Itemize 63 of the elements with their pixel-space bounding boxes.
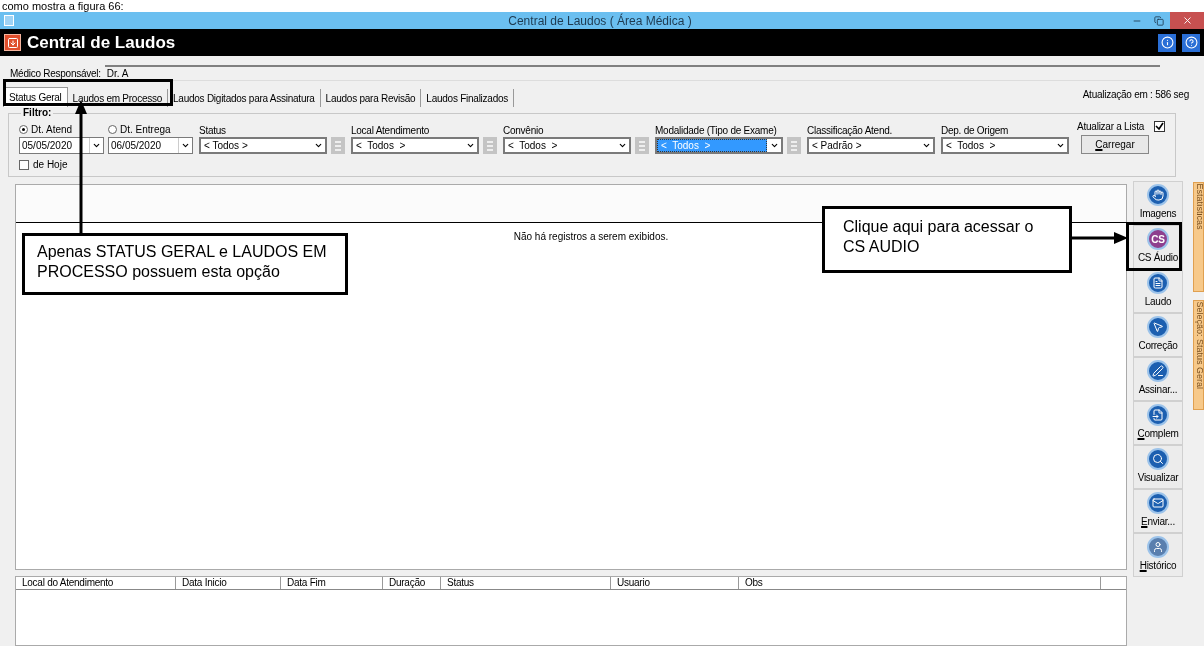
doctor-field[interactable]: Dr. A [104, 65, 1160, 81]
date-field[interactable]: 06/05/2020 [108, 137, 193, 154]
column-header[interactable]: Local do Atendimento [16, 577, 176, 589]
toolbar-button[interactable]: Assinar... [1133, 357, 1183, 401]
select-field[interactable]: < Padrão > [807, 137, 935, 154]
select-label: Local Atendimento [351, 124, 431, 135]
radio-label: Dt. Entrega [120, 122, 171, 137]
column-header[interactable]: Status [441, 577, 611, 589]
today-label: de Hoje [33, 158, 68, 172]
select-field[interactable]: < Todos > [199, 137, 327, 154]
column-header[interactable]: Data Inicio [176, 577, 281, 589]
app-title: Central de Laudos [27, 31, 176, 54]
select-label: Status [199, 124, 227, 135]
hand-icon [1147, 184, 1169, 206]
side-tab[interactable]: Estatísticas [1193, 182, 1204, 292]
document-icon [1147, 272, 1169, 294]
help-icon[interactable] [1182, 33, 1200, 52]
select-label: Modalidade (Tipo de Exame) [655, 124, 778, 135]
doctor-label: Médico Responsável: [10, 66, 101, 81]
refresh-info: Atualização em : 586 seg [1082, 88, 1189, 102]
callout-text: Apenas STATUS GERAL e LAUDOS EM PROCESSO possuem esta opção [37, 243, 327, 280]
radio-button[interactable] [108, 124, 117, 134]
person-icon [1147, 536, 1169, 558]
radio-label: Dt. Atend [31, 122, 73, 137]
toolbar-button[interactable]: Laudo [1133, 269, 1183, 313]
empty-message: Não há registros a serem exibidos. [513, 230, 669, 244]
toolbar-button[interactable]: Visualizar [1133, 445, 1183, 489]
window-title: Central de Laudos ( Área Médica ) [507, 12, 693, 30]
close-icon [1181, 15, 1193, 26]
select-label: Convênio [503, 124, 545, 135]
toolbar-button[interactable]: Complem [1133, 401, 1183, 445]
callout-text: Clique aqui para acessar o CS AUDIO [843, 218, 1034, 255]
date-field[interactable]: 05/05/2020 [19, 137, 104, 154]
side-tab[interactable]: Seleção: Status Geral [1193, 300, 1204, 410]
filter-title: Filtro: [22, 107, 53, 119]
toolbar-button[interactable]: CS CS Áudio [1133, 225, 1183, 269]
select-label: Classificação Atend. [807, 124, 894, 135]
pointer-icon [1147, 316, 1169, 338]
magnifier-icon [1147, 448, 1169, 470]
toolbar-button[interactable]: Imagens [1133, 181, 1183, 225]
select-field[interactable]: < Todos > [503, 137, 631, 154]
cs-icon: CS [1147, 228, 1169, 250]
auto-refresh-checkbox[interactable] [1154, 121, 1165, 132]
toolbar-button[interactable]: Histórico [1133, 533, 1183, 577]
select-field[interactable]: < Todos > [941, 137, 1069, 154]
auto-refresh-label: Atualizar a Lista [1077, 120, 1144, 134]
envelope-icon [1147, 492, 1169, 514]
column-header[interactable]: Usuario [611, 577, 739, 589]
info-icon[interactable] [1158, 33, 1176, 52]
caption-text: como mostra a figura 66: [2, 0, 124, 12]
load-button[interactable]: Carregar [1081, 135, 1149, 154]
column-header[interactable]: Duração [383, 577, 441, 589]
select-label: Dep. de Origem [941, 124, 1010, 135]
pen-icon [1147, 360, 1169, 382]
app-logo-icon [4, 34, 21, 51]
select-field[interactable]: < Todos > [351, 137, 479, 154]
column-header[interactable]: Data Fim [281, 577, 383, 589]
toolbar-button[interactable]: Correção [1133, 313, 1183, 357]
column-header[interactable]: Obs [739, 577, 1101, 589]
app-icon [4, 15, 14, 26]
radio-button[interactable] [19, 124, 28, 134]
today-checkbox[interactable] [19, 159, 29, 170]
toolbar-button[interactable]: Enviar... [1133, 489, 1183, 533]
